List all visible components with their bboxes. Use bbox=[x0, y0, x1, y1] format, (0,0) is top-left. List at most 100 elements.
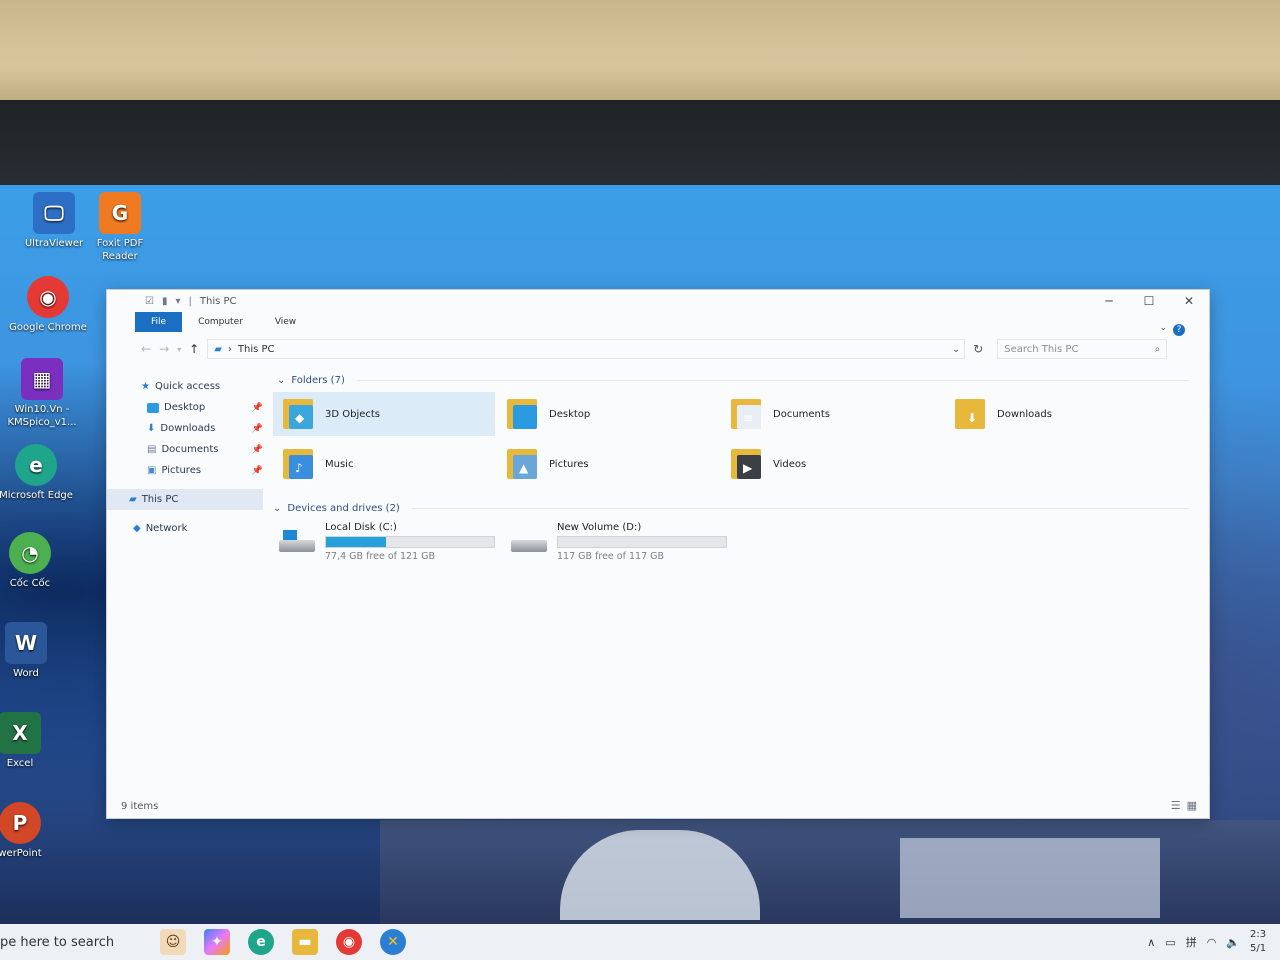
chrome-icon: ◉ bbox=[27, 276, 69, 318]
desktop-icon-excel[interactable]: X Excel bbox=[0, 712, 60, 770]
address-row: ← → ▾ ↑ ▰ › This PC ⌄ ↻ Search This PC ⌕ bbox=[107, 336, 1209, 362]
up-arrow-icon[interactable]: ↑ bbox=[189, 342, 199, 356]
nav-pictures[interactable]: ▣ Pictures 📌 bbox=[125, 460, 263, 481]
drive-local-disk-c[interactable]: Local Disk (C:) 77,4 GB free of 121 GB bbox=[279, 522, 499, 562]
desktop-folder-icon bbox=[147, 402, 159, 413]
edge-icon: e bbox=[15, 444, 57, 486]
breadcrumb-this-pc[interactable]: This PC bbox=[238, 344, 275, 355]
toolbar-divider: | bbox=[188, 295, 192, 307]
taskbar-clock[interactable]: 2:3 5/1 bbox=[1250, 928, 1280, 956]
desktop-icon-coccoc[interactable]: ◔ Cốc Cốc bbox=[0, 532, 70, 590]
folder-label: Music bbox=[325, 458, 354, 470]
chevron-up-icon[interactable]: ∧ bbox=[1147, 936, 1155, 949]
coccoc-icon: ◔ bbox=[9, 532, 51, 574]
drive-name: Local Disk (C:) bbox=[325, 522, 397, 533]
chrome-icon[interactable]: ◉ bbox=[336, 929, 362, 955]
wifi-icon[interactable]: ◠ bbox=[1207, 936, 1217, 949]
navigation-pane: ★ Quick access Desktop 📌 ⬇ Downloads 📌 ▤… bbox=[107, 376, 263, 539]
folder-videos[interactable]: ▶ Videos bbox=[721, 442, 945, 486]
desktop-icon-powerpoint[interactable]: P werPoint bbox=[0, 802, 60, 860]
address-dropdown-icon[interactable]: ⌄ bbox=[952, 344, 960, 355]
drive-free-space: 77,4 GB free of 121 GB bbox=[325, 551, 436, 562]
folder-pictures[interactable]: ▲ Pictures bbox=[497, 442, 721, 486]
new-folder-icon[interactable]: ▮ bbox=[162, 296, 168, 307]
excel-icon: X bbox=[0, 712, 41, 754]
pictures-icon: ▣ bbox=[147, 465, 157, 476]
large-icons-view-icon[interactable]: ▦ bbox=[1187, 799, 1197, 812]
content-pane: ⌄ Folders (7) ◆ 3D Objects Desktop ≡ Documen… bbox=[273, 370, 1189, 562]
tab-view[interactable]: View bbox=[259, 312, 312, 332]
window-title: This PC bbox=[199, 295, 237, 307]
pin-icon[interactable]: 📌 bbox=[252, 403, 263, 413]
nav-desktop[interactable]: Desktop 📌 bbox=[125, 397, 263, 418]
folder-icon bbox=[507, 397, 539, 431]
address-bar[interactable]: ▰ › This PC ⌄ bbox=[207, 339, 966, 359]
folder-documents[interactable]: ≡ Documents bbox=[721, 392, 945, 436]
app-x-icon[interactable]: ✕ bbox=[380, 929, 406, 955]
nav-this-pc[interactable]: ▰ This PC bbox=[107, 489, 263, 510]
desktop-icon-chrome[interactable]: ◉ Google Chrome bbox=[8, 276, 88, 334]
pin-icon[interactable]: 📌 bbox=[252, 466, 263, 476]
desktop-icon-word[interactable]: W Word bbox=[0, 622, 66, 680]
devices-group-header[interactable]: ⌄ Devices and drives (2) bbox=[273, 498, 1189, 518]
folders-group-header[interactable]: ⌄ Folders (7) bbox=[273, 370, 1189, 390]
file-explorer-window: ☑ ▮ ▾ | This PC ─ ☐ ✕ File Computer View… bbox=[106, 289, 1210, 819]
folder-label: Desktop bbox=[549, 408, 591, 420]
drive-name: New Volume (D:) bbox=[557, 522, 642, 533]
this-pc-icon: ▰ bbox=[129, 494, 137, 505]
forward-arrow-icon[interactable]: → bbox=[159, 342, 169, 356]
nav-documents[interactable]: ▤ Documents 📌 bbox=[125, 439, 263, 460]
copilot-icon[interactable]: ✦ bbox=[204, 929, 230, 955]
desktop-icon-edge[interactable]: e Microsoft Edge bbox=[0, 444, 76, 502]
quick-access-toolbar: ☑ ▮ ▾ | bbox=[145, 296, 192, 307]
nav-downloads[interactable]: ⬇ Downloads 📌 bbox=[125, 418, 263, 439]
taskbar-search[interactable]: pe here to search bbox=[0, 924, 150, 960]
window-controls: ─ ☐ ✕ bbox=[1089, 290, 1209, 312]
recent-locations-icon[interactable]: ▾ bbox=[177, 345, 181, 354]
desktop-icon-foxit[interactable]: G Foxit PDF Reader bbox=[80, 192, 160, 263]
folder-label: Downloads bbox=[997, 408, 1052, 420]
file-explorer-icon[interactable]: ▬ bbox=[292, 929, 318, 955]
search-placeholder: Search This PC bbox=[1004, 343, 1079, 355]
folder-label: Pictures bbox=[549, 458, 589, 470]
details-view-icon[interactable]: ☰ bbox=[1171, 799, 1181, 812]
folder-3d-objects[interactable]: ◆ 3D Objects bbox=[273, 392, 495, 436]
folder-music[interactable]: ♪ Music bbox=[273, 442, 497, 486]
pin-icon[interactable]: 📌 bbox=[252, 445, 263, 455]
folder-desktop[interactable]: Desktop bbox=[497, 392, 721, 436]
search-box[interactable]: Search This PC ⌕ bbox=[997, 339, 1168, 359]
refresh-icon[interactable]: ↻ bbox=[973, 342, 983, 356]
folder-icon: ⬇ bbox=[955, 397, 987, 431]
folder-downloads[interactable]: ⬇ Downloads bbox=[945, 392, 1169, 436]
battery-icon[interactable]: ▭ bbox=[1165, 936, 1175, 949]
back-arrow-icon[interactable]: ← bbox=[141, 342, 151, 356]
pin-icon[interactable]: 📌 bbox=[252, 424, 263, 434]
network-icon: ◆ bbox=[133, 523, 141, 534]
minimize-button[interactable]: ─ bbox=[1089, 290, 1129, 312]
volume-icon[interactable]: 🔈 bbox=[1226, 936, 1240, 949]
nav-quick-access[interactable]: ★ Quick access bbox=[125, 376, 263, 397]
nav-network[interactable]: ◆ Network bbox=[125, 518, 263, 539]
close-button[interactable]: ✕ bbox=[1169, 290, 1209, 312]
customize-toolbar-icon[interactable]: ▾ bbox=[175, 296, 180, 307]
background-wall bbox=[0, 0, 1280, 110]
ultraviewer-icon: 🖵 bbox=[33, 192, 75, 234]
search-icon: ⌕ bbox=[1154, 343, 1161, 355]
properties-icon[interactable]: ☑ bbox=[145, 296, 154, 307]
word-icon: W bbox=[5, 622, 47, 664]
drive-usage-bar bbox=[325, 536, 495, 548]
desktop-icon-kmspico[interactable]: ▦ Win10.Vn - KMSpico_v1... bbox=[2, 358, 82, 429]
tab-file[interactable]: File bbox=[135, 312, 183, 332]
input-indicator-icon[interactable]: 拼 bbox=[1186, 934, 1197, 950]
tab-computer[interactable]: Computer bbox=[182, 312, 259, 332]
help-icon[interactable]: ? bbox=[1173, 324, 1185, 336]
edge-icon[interactable]: e bbox=[248, 929, 274, 955]
expand-ribbon-icon[interactable]: ⌄ bbox=[1159, 323, 1167, 333]
maximize-button[interactable]: ☐ bbox=[1129, 290, 1169, 312]
folder-label: Videos bbox=[773, 458, 807, 470]
drive-new-volume-d[interactable]: New Volume (D:) 117 GB free of 117 GB bbox=[511, 522, 731, 562]
search-highlight-icon[interactable]: ☺ bbox=[160, 929, 186, 955]
documents-icon: ▤ bbox=[147, 444, 157, 455]
